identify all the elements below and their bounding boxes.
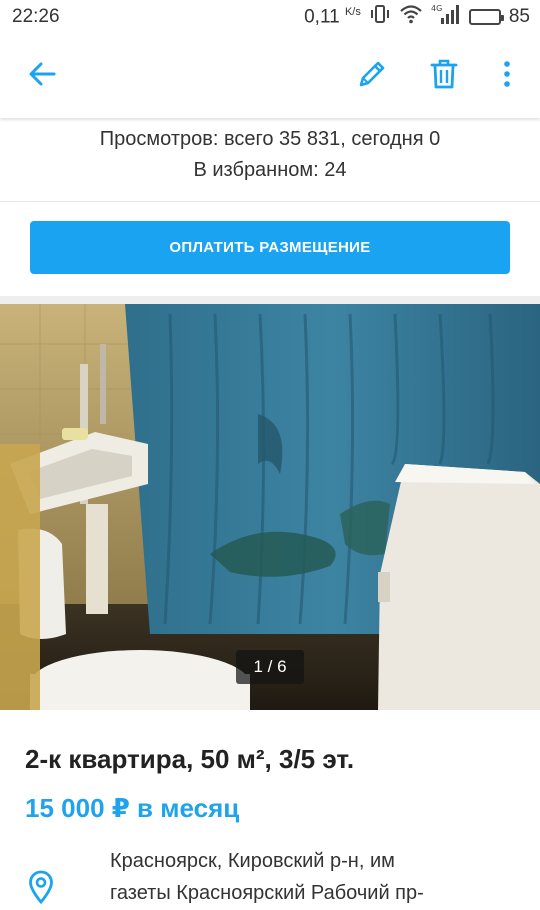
more-vertical-icon (502, 59, 512, 94)
listing-stats: Просмотров: всего 35 831, сегодня 0 В из… (0, 124, 540, 186)
network-speed-unit: K/s (344, 5, 361, 18)
battery-icon (468, 9, 504, 25)
battery-percent: 85 (508, 6, 530, 27)
divider (0, 201, 540, 202)
status-indicators: 0,11 K/s 4G 85 (304, 3, 530, 31)
pay-placement-button[interactable]: ОПЛАТИТЬ РАЗМЕЩЕНИЕ (30, 221, 510, 274)
favorites-count: В избранном: 24 (193, 159, 347, 181)
network-type-label: 4G (431, 4, 442, 13)
back-button[interactable] (20, 54, 64, 98)
status-time: 22:26 (12, 6, 60, 27)
more-options-button[interactable] (485, 54, 529, 98)
photo-counter: 1 / 6 (236, 650, 304, 684)
edit-button[interactable] (350, 54, 394, 98)
cellular-signal-icon: 4G (431, 3, 461, 31)
address-line-1: Красноярск, Кировский р-н, им (110, 850, 395, 872)
wifi-icon (399, 4, 423, 30)
listing-address[interactable]: Красноярск, Кировский р-н, им газеты Кра… (110, 845, 530, 909)
app-bar (0, 34, 540, 118)
back-arrow-icon (27, 59, 57, 94)
address-line-2: газеты Красноярский Рабочий пр- (110, 882, 424, 904)
location-pin-icon (28, 870, 54, 909)
listing-title: 2-к квартира, 50 м², 3/5 эт. (25, 744, 355, 774)
network-speed: 0,11 K/s (304, 6, 361, 28)
network-speed-value: 0,11 (304, 6, 340, 28)
pencil-icon (356, 58, 388, 95)
delete-button[interactable] (422, 54, 466, 98)
vibrate-icon (369, 4, 391, 30)
trash-icon (429, 58, 459, 95)
views-count: Просмотров: всего 35 831, сегодня 0 (99, 128, 441, 150)
section-separator (0, 296, 540, 304)
status-bar: 22:26 0,11 K/s 4G 85 (0, 0, 540, 34)
listing-price: 15 000 ₽ в месяц (25, 793, 240, 823)
